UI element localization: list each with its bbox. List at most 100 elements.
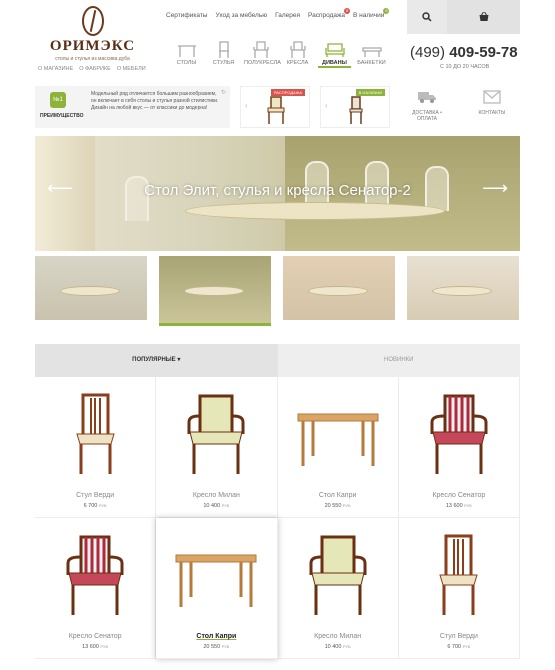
price-currency: РУБ: [221, 644, 230, 649]
product-name[interactable]: Стол Капри: [278, 492, 398, 499]
category-half-armchairs[interactable]: ПОЛУКРЕСЛА: [244, 40, 281, 68]
product-image[interactable]: [35, 387, 155, 482]
link-about-shop[interactable]: О МАГАЗИНЕ: [38, 66, 73, 72]
product-image[interactable]: [35, 528, 155, 623]
hero-thumbnail-active[interactable]: [159, 256, 271, 326]
logo-brand: ОРИМЭКС: [49, 38, 136, 54]
hero-thumbnails: [35, 256, 520, 326]
refresh-icon[interactable]: ↻: [221, 89, 226, 96]
working-hours: С 10 ДО 20 ЧАСОВ: [440, 64, 490, 70]
in-stock-deal-card[interactable]: ‹ В НАЛИЧИИ: [320, 86, 390, 128]
product-name[interactable]: Кресло Милан: [156, 492, 276, 499]
price-currency: РУБ: [464, 503, 472, 508]
price-value: 10 400: [324, 644, 342, 650]
product-image[interactable]: [156, 528, 276, 623]
chair-image: [349, 96, 363, 124]
thumbnail-table: [308, 286, 368, 296]
arrow-left-icon[interactable]: ‹: [245, 101, 248, 110]
nav-sale[interactable]: Распродажа 8: [308, 8, 350, 19]
category-chairs[interactable]: СТУЛЬЯ: [207, 40, 240, 68]
category-benches[interactable]: БАНКЕТКИ: [355, 40, 388, 68]
product-image[interactable]: [399, 528, 519, 623]
product-card[interactable]: Кресло Милан 10 400 РУБ: [156, 377, 278, 518]
phone-main: 409-59-78: [449, 44, 518, 61]
cart-button[interactable]: [447, 0, 520, 34]
category-label: ДИВАНЫ: [322, 60, 347, 66]
sale-deal-card[interactable]: ‹ РАСПРОДАЖА: [240, 86, 310, 128]
product-card[interactable]: Стол Капри 20 550 РУБ: [277, 377, 399, 518]
product-price: 6 700 РУБ: [399, 644, 519, 650]
product-image[interactable]: [399, 387, 519, 482]
nav-gallery[interactable]: Галерея: [275, 12, 300, 19]
hero-slider[interactable]: ⟵ ⟶ Стол Элит, стулья и кресла Сенатор-2: [35, 136, 520, 251]
nav-in-stock[interactable]: В наличии 8: [353, 8, 390, 19]
product-image[interactable]: [278, 528, 398, 623]
product-name[interactable]: Стул Верди: [35, 492, 155, 499]
product-card[interactable]: Кресло Сенатор 13 600 РУБ: [35, 518, 157, 659]
price-currency: РУБ: [100, 644, 109, 649]
product-card[interactable]: Кресло Сенатор 13 600 РУБ: [398, 377, 520, 518]
price-value: 6 700: [83, 503, 98, 509]
product-name[interactable]: Кресло Сенатор: [35, 633, 155, 640]
category-sofas[interactable]: ДИВАНЫ: [318, 40, 351, 68]
product-price: 10 400 РУБ: [156, 503, 276, 509]
product-tabs: ПОПУЛЯРНЫЕ ▾ НОВИНКИ: [35, 344, 520, 377]
product-grid: Стул Верди 6 700 РУБ Кресло Милан 10 400 РУ…: [35, 377, 520, 659]
product-price: 10 400 РУБ: [278, 644, 398, 650]
category-armchairs[interactable]: КРЕСЛА: [281, 40, 314, 68]
price-value: 20 550: [203, 644, 221, 650]
product-name[interactable]: Кресло Милан: [278, 633, 398, 640]
price-currency: РУБ: [98, 503, 107, 508]
category-tables[interactable]: СТОЛЫ: [170, 40, 203, 68]
category-label: ПОЛУКРЕСЛА: [244, 60, 281, 66]
search-button[interactable]: [407, 0, 447, 34]
category-label: КРЕСЛА: [286, 60, 309, 66]
product-image[interactable]: [156, 387, 276, 482]
contacts-link[interactable]: КОНТАКТЫ: [472, 90, 512, 116]
armchair-image: [267, 96, 285, 124]
delivery-link[interactable]: ДОСТАВКА • ОПЛАТА: [407, 90, 447, 122]
chair-icon: [207, 40, 240, 60]
sale-badge: 8: [344, 8, 350, 14]
nav-sale-label: Распродажа: [308, 12, 345, 19]
price-currency: РУБ: [342, 644, 351, 649]
search-icon: [422, 12, 432, 22]
product-price: 13 600 РУБ: [399, 503, 519, 509]
price-value: 6 700: [447, 644, 462, 650]
product-name[interactable]: Стол Капри: [156, 633, 276, 640]
in-stock-badge: 8: [383, 8, 390, 14]
product-name[interactable]: Стул Верди: [399, 633, 519, 640]
hero-thumbnail[interactable]: [35, 256, 147, 320]
phone-number[interactable]: (499) 409-59-78: [410, 44, 518, 61]
product-price: 20 550 РУБ: [156, 644, 276, 650]
category-label: БАНКЕТКИ: [357, 60, 386, 66]
table-icon: [170, 40, 203, 60]
price-value: 20 550: [324, 503, 342, 509]
thumbnail-table: [432, 286, 492, 296]
page: ОРИМЭКС столы и стулья из массива дуба О…: [0, 0, 555, 670]
product-image[interactable]: [278, 387, 398, 482]
phone-prefix: (499): [410, 44, 446, 61]
product-card[interactable]: Стол Капри 20 550 РУБ: [156, 518, 278, 659]
link-about-factory[interactable]: О ФАБРИКЕ: [79, 66, 111, 72]
product-card[interactable]: Стул Верди 6 700 РУБ: [35, 377, 157, 518]
tab-new[interactable]: НОВИНКИ: [277, 344, 520, 377]
nav-care[interactable]: Уход за мебелью: [215, 12, 267, 19]
product-name[interactable]: Кресло Сенатор: [399, 492, 519, 499]
product-card[interactable]: Стул Верди 6 700 РУБ: [398, 518, 520, 659]
nav-certificates[interactable]: Сертификаты: [166, 12, 207, 19]
advantage-text: Модельный ряд отличается большим разнооб…: [91, 91, 219, 111]
arrow-left-icon[interactable]: ‹: [325, 101, 328, 110]
product-card[interactable]: Кресло Милан 10 400 РУБ: [277, 518, 399, 659]
hero-thumbnail[interactable]: [407, 256, 519, 320]
product-price: 20 550 РУБ: [278, 503, 398, 509]
top-nav: Сертификаты Уход за мебелью Галерея Расп…: [166, 8, 390, 19]
price-value: 13 600: [445, 503, 463, 509]
sofa-icon: [318, 40, 351, 60]
hero-thumbnail[interactable]: [283, 256, 395, 320]
advantage-block: №1 ПРЕИМУЩЕСТВО Модельный ряд отличается…: [35, 86, 230, 128]
link-about-furniture[interactable]: О МЕБЕЛИ: [117, 66, 146, 72]
category-nav: СТОЛЫ СТУЛЬЯ ПОЛУКРЕСЛА КРЕСЛА ДИВАНЫ БА…: [170, 40, 388, 68]
logo-tagline: столы и стулья из массива дуба: [55, 56, 130, 62]
tab-popular[interactable]: ПОПУЛЯРНЫЕ ▾: [35, 344, 278, 377]
